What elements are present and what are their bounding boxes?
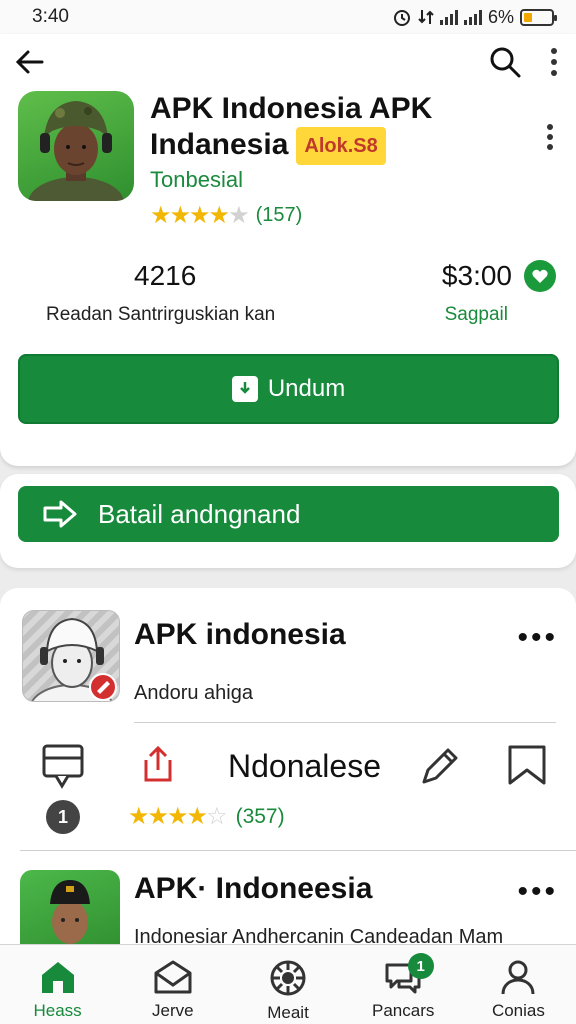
comment-button[interactable] [42,744,86,795]
app-icon[interactable] [18,91,134,201]
nav-profile-label: Conias [491,1001,545,1020]
divider [20,850,576,851]
stat-label: Readan Santrirguskian kan [46,304,276,325]
nav-chats-label: Pancars [372,1001,435,1020]
star-rating-icon: ★★★★☆ [128,803,228,830]
app-detail-card: APK Indonesia APK Indanesia Alok.S8 Tonbe… [0,34,576,466]
bookmark-icon [508,745,546,785]
list-item-subtitle: Andoru ahiga [134,682,253,704]
list-rating-count: (357) [235,804,285,828]
home-icon [41,962,74,993]
search-button[interactable] [488,45,522,79]
download-check-icon [231,376,258,402]
status-bar: 3:40 6% [0,0,576,34]
download-stat: 4216 Readan Santrirguskian kan [46,260,275,326]
shield-heart-icon [524,260,556,292]
price-value: $3:00 [441,260,512,291]
nav-home[interactable]: Heass [0,945,115,1024]
app-bar [0,34,576,90]
app-title: APK Indonesia APK Indanesia Alok.S8 [150,91,510,166]
detail-button-label: Batail andngnand [98,498,301,529]
nav-profile[interactable]: Conias [461,945,576,1024]
data-arrows-icon [418,10,434,24]
mail-icon [154,960,192,994]
install-button-label: Undum [267,375,346,402]
alarm-icon [393,10,410,26]
app-bar-actions [488,45,558,79]
app-badge: Alok.S8 [296,127,386,166]
status-icons: 6% [392,6,557,28]
nav-chats-badge: 1 [407,953,434,979]
price-stat: $3:00 Sagpail [442,260,556,326]
person-icon [501,960,535,995]
app-title-line1: APK Indonesia APK [150,92,433,125]
list-item-more-button[interactable]: ••• [517,877,558,907]
detail-button[interactable]: Batail andngnand [18,486,559,542]
soldier-avatar-icon [28,101,124,201]
status-time: 3:40 [32,6,69,27]
list-item-title: APK· Indoneesia [134,872,373,905]
app-rating: ★★★★★ (157) [150,201,302,230]
edit-button[interactable] [416,744,462,795]
pencil-icon [422,748,458,784]
gear-wheel-icon [270,960,306,996]
nav-home-label: Heass [33,1001,82,1020]
list-item-actions: Ndonalese [40,744,560,794]
share-icon [144,745,172,782]
arrow-right-box-icon [43,500,77,528]
share-button[interactable] [138,744,178,789]
list-item-icon [22,610,120,702]
more-vert-icon [551,48,557,76]
signal-icon [439,9,458,25]
nav-mail[interactable]: Jerve [115,945,230,1024]
install-button[interactable]: Undum [18,354,559,424]
search-icon [490,47,521,78]
list-item[interactable]: APK indonesia Andoru ahiga ••• Ndonalese… [0,588,576,850]
app-title-line2: Indanesia [150,128,289,161]
comment-icon [42,744,84,789]
app-header: APK Indonesia APK Indanesia Alok.S8 Tonbe… [18,91,558,229]
battery-icon [520,8,557,26]
battery-percent: 6% [487,6,514,27]
rating-count: (157) [255,204,303,226]
arrow-left-icon [15,50,44,74]
nav-settings-label: Meait [267,1003,309,1022]
nav-chats[interactable]: 1 Pancars [346,945,461,1024]
comment-count-badge: 1 [46,800,80,834]
nav-settings[interactable]: Meait [230,945,345,1024]
pilot-avatar-icon [31,617,117,701]
price-label: Sagpail [444,304,508,325]
overflow-menu-button[interactable] [550,47,558,77]
developer-name[interactable]: Tonbesial [150,167,243,193]
divider [134,722,556,723]
signal-icon-2 [463,9,482,25]
list-item-title: APK indonesia [134,618,346,651]
price-row: $3:00 [442,260,556,292]
list-item-rating: ★★★★☆ (357) [128,802,285,831]
list-item-more-button[interactable]: ••• [517,623,558,653]
app-more-button[interactable] [546,123,554,151]
star-rating-icon: ★★★★★ [150,202,250,229]
language-label[interactable]: Ndonalese [228,748,381,785]
bookmark-button[interactable] [506,744,548,791]
stat-number: 4216 [134,260,197,291]
back-button[interactable] [14,46,46,78]
detail-card: Batail andngnand [0,474,576,568]
nav-mail-label: Jerve [152,1001,194,1020]
bottom-nav: Heass Jerve Meait 1 Pancars Conias [0,944,576,1024]
more-vert-icon [547,124,553,150]
